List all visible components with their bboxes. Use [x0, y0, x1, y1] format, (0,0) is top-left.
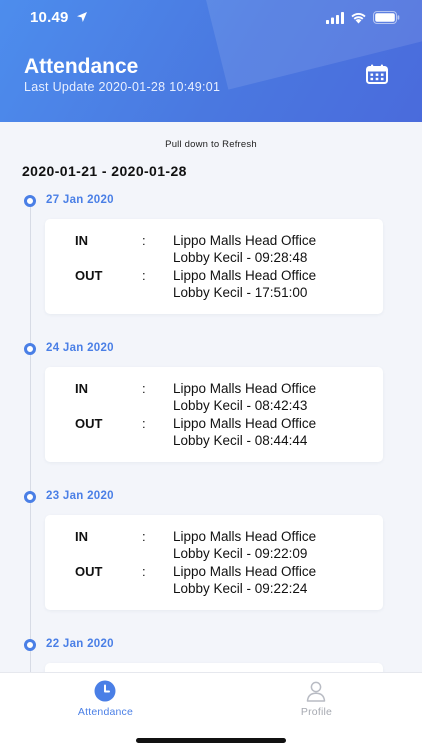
attendance-card[interactable]: IN : Lippo Malls Head Office Lobby Kecil… [45, 367, 383, 462]
tab-attendance[interactable]: Attendance [0, 673, 211, 729]
status-time: 10.49 [30, 9, 69, 26]
app-header: 10.49 Attendance Last Update 2020-01-28 … [0, 0, 422, 122]
separator-colon: : [142, 233, 146, 248]
user-icon [306, 681, 326, 702]
tab-profile-label: Profile [300, 706, 333, 718]
attendance-card[interactable] [45, 663, 383, 672]
timeline-dot [24, 639, 36, 651]
day-date: 24 Jan 2020 [46, 342, 114, 354]
page-title: Attendance [24, 55, 139, 78]
day-date: 27 Jan 2020 [46, 194, 114, 206]
attendance-card[interactable]: IN : Lippo Malls Head Office Lobby Kecil… [45, 515, 383, 610]
timeline-dot [24, 491, 36, 503]
check-in-label: IN [75, 529, 88, 544]
timeline-dot [24, 343, 36, 355]
tab-profile[interactable]: Profile [211, 673, 422, 729]
check-out-value: Lippo Malls Head Office Lobby Kecil - 09… [173, 564, 317, 596]
day-group: 27 Jan 2020 IN : Lippo Malls Head Office… [0, 194, 422, 342]
pull-to-refresh-hint: Pull down to Refresh [165, 139, 257, 150]
day-group: 23 Jan 2020 IN : Lippo Malls Head Office… [0, 490, 422, 638]
check-in-value: Lippo Malls Head Office Lobby Kecil - 08… [173, 381, 317, 413]
check-in-label: IN [75, 381, 88, 396]
separator-colon: : [142, 416, 146, 431]
tab-attendance-label: Attendance [77, 706, 134, 718]
separator-colon: : [142, 529, 146, 544]
timeline-dot [24, 195, 36, 207]
check-out-label: OUT [75, 416, 103, 431]
status-icons [326, 11, 400, 24]
check-in-row: IN : Lippo Malls Head Office Lobby Kecil… [45, 529, 383, 565]
status-bar: 10.49 [0, 0, 422, 38]
check-in-value: Lippo Malls Head Office Lobby Kecil - 09… [173, 233, 317, 265]
day-group: 24 Jan 2020 IN : Lippo Malls Head Office… [0, 342, 422, 490]
check-out-row: OUT : Lippo Malls Head Office Lobby Keci… [45, 268, 383, 304]
check-out-row: OUT : Lippo Malls Head Office Lobby Keci… [45, 564, 383, 600]
day-group: 22 Jan 2020 [0, 638, 422, 672]
attendance-list[interactable]: Pull down to Refresh 2020-01-21 - 2020-0… [0, 122, 422, 672]
attendance-card[interactable]: IN : Lippo Malls Head Office Lobby Kecil… [45, 219, 383, 314]
check-out-label: OUT [75, 564, 103, 579]
separator-colon: : [142, 268, 146, 283]
check-out-value: Lippo Malls Head Office Lobby Kecil - 17… [173, 268, 317, 300]
day-date: 23 Jan 2020 [46, 490, 114, 502]
check-out-label: OUT [75, 268, 103, 283]
location-arrow-icon [77, 12, 87, 22]
day-date: 22 Jan 2020 [46, 638, 114, 650]
date-range-title: 2020-01-21 - 2020-01-28 [22, 163, 187, 179]
calendar-icon[interactable] [366, 64, 388, 84]
check-out-value: Lippo Malls Head Office Lobby Kecil - 08… [173, 416, 317, 448]
clock-icon [94, 680, 116, 702]
battery-icon [373, 11, 400, 24]
check-out-row: OUT : Lippo Malls Head Office Lobby Keci… [45, 416, 383, 452]
home-indicator[interactable] [136, 738, 286, 743]
check-in-value: Lippo Malls Head Office Lobby Kecil - 09… [173, 529, 317, 561]
last-update-text: Last Update 2020-01-28 10:49:01 [24, 80, 221, 94]
separator-colon: : [142, 381, 146, 396]
check-in-row: IN : Lippo Malls Head Office Lobby Kecil… [45, 381, 383, 417]
check-in-label: IN [75, 233, 88, 248]
wifi-icon [351, 12, 366, 23]
signal-icon [326, 11, 344, 24]
separator-colon: : [142, 564, 146, 579]
check-in-row: IN : Lippo Malls Head Office Lobby Kecil… [45, 233, 383, 269]
